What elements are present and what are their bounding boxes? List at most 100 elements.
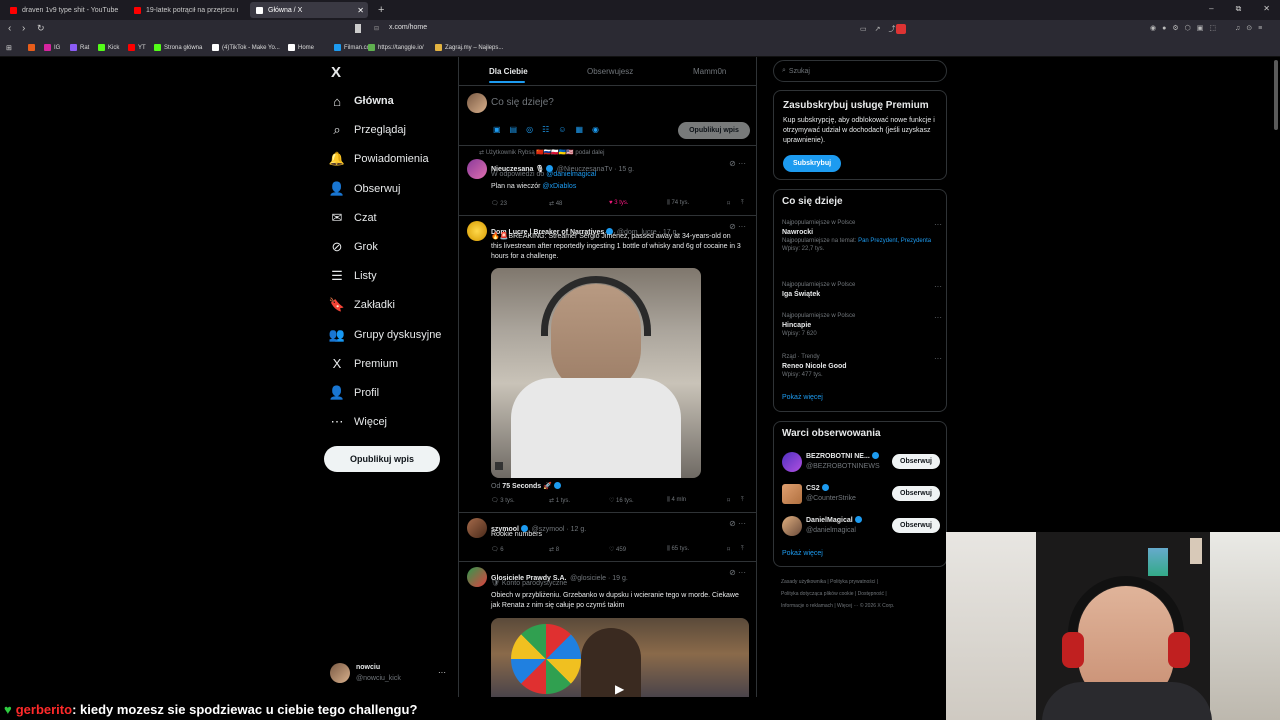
nav-item-more[interactable]: ⋯ Więcej [330, 411, 388, 433]
compose-input[interactable]: Co się dzieje? [491, 97, 554, 108]
reply-button[interactable]: 🗨 23 [491, 200, 507, 207]
tab-mamm0n[interactable]: Mamm0n [693, 67, 726, 76]
tweet-more-icon[interactable]: ⊘ ··· [729, 159, 746, 168]
tweet-avatar[interactable] [467, 518, 487, 538]
nav-item-grok[interactable]: ⊘ Grok [330, 236, 378, 258]
trend-more-icon[interactable]: ··· [934, 354, 942, 363]
tweet-handle[interactable]: @glosiciele · 19 g. [570, 575, 628, 582]
minimize-button[interactable]: – [1209, 4, 1213, 14]
reply-button[interactable]: 🗨 3 tys. [491, 497, 515, 504]
views-button[interactable]: ⫼ 4 mln [667, 497, 686, 504]
nav-item-bookmark[interactable]: 🔖 Zakładki [329, 294, 395, 316]
tweet-video[interactable] [491, 268, 701, 478]
footer-link[interactable]: Dostępność [858, 591, 884, 597]
bookmark-icon[interactable]: ⌑ [727, 546, 730, 553]
menu-icon[interactable]: ♫⊙≡ [1235, 24, 1268, 32]
maximize-button[interactable]: ⧉ [1236, 4, 1242, 14]
url-field[interactable]: x.com/home [389, 24, 427, 31]
repost-button[interactable]: ⇄ 48 [549, 200, 562, 207]
close-tab-icon[interactable]: ✕ [357, 6, 364, 15]
tweet-more-icon[interactable]: ⊘ ··· [729, 519, 746, 528]
bookmark-page-icon[interactable] [355, 24, 361, 33]
apps-grid-icon[interactable]: ⊞ [6, 44, 12, 52]
avatar[interactable] [782, 516, 802, 536]
extensions-toolbar-icon[interactable]: ◉●⚙⬡▣⬚ [1150, 24, 1222, 32]
play-icon[interactable]: ▶ [615, 682, 624, 696]
nav-item-list[interactable]: ☰ Listy [330, 265, 376, 287]
browser-tab-youtube-2[interactable]: 19-latek potrącił na przejściu dla piesz… [128, 2, 244, 18]
bookmark-item[interactable] [28, 44, 38, 51]
avatar[interactable] [782, 484, 802, 504]
x-logo-icon[interactable]: X [331, 64, 341, 81]
follow-button[interactable]: Obserwuj [892, 486, 940, 501]
bookmark-item[interactable]: Strona główna [154, 44, 202, 51]
share-icon[interactable]: ⤒ [741, 497, 744, 504]
compose-post-button[interactable]: Opublikuj wpis [678, 122, 750, 139]
trend-item[interactable]: Rząd · Trendy Reneo Nicole Good Wpisy: 477… [782, 354, 942, 378]
footer-link[interactable]: Więcej ··· [837, 603, 858, 609]
nav-item-search[interactable]: ⌕ Przeglądaj [330, 119, 406, 141]
nav-item-premium[interactable]: X Premium [330, 353, 398, 375]
back-icon[interactable]: ‹ [8, 23, 11, 34]
compose-toolbar-icons[interactable]: ▣▤◎☷☺▦◉ [493, 125, 608, 134]
follow-show-more[interactable]: Pokaż więcej [782, 550, 823, 557]
tweet-avatar[interactable] [467, 567, 487, 587]
search-input[interactable]: ⌕ Szukaj [773, 60, 947, 82]
browser-tab-youtube-1[interactable]: draven 1v9 type shit - YouTube [4, 2, 124, 18]
follow-name[interactable]: BEZROBOTNI NE... [806, 452, 879, 460]
bookmark-icon[interactable]: ⌑ [727, 200, 730, 207]
nav-item-bell[interactable]: 🔔 Powiadomienia [329, 148, 429, 170]
browser-tab-x-home[interactable]: Główna / X ✕ [250, 2, 368, 18]
reload-icon[interactable]: ↻ [37, 23, 45, 34]
bookmark-item[interactable]: https://tanggle.io/ [368, 44, 424, 51]
repost-button[interactable]: ⇄ 8 [549, 546, 559, 553]
footer-link[interactable]: Polityka dotycząca plików cookie [781, 591, 854, 597]
post-button[interactable]: Opublikuj wpis [324, 446, 440, 472]
nav-item-mail[interactable]: ✉ Czat [330, 207, 377, 229]
site-info-icon[interactable]: ⊟ [374, 25, 379, 32]
trend-item[interactable]: Najpopularniejsze w Polsce Hincapie Wpisy:… [782, 313, 942, 337]
bookmark-item[interactable]: YT [128, 44, 146, 51]
like-button[interactable]: ♡ 16 tys. [609, 497, 634, 504]
tweet-video[interactable]: ▶ [491, 618, 749, 697]
account-menu-icon[interactable]: ··· [438, 668, 446, 677]
subscribe-button[interactable]: Subskrybuj [783, 155, 841, 172]
trend-item[interactable]: Najpopularniejsze w Polsce Iga Świątek ··· [782, 282, 942, 298]
repost-button[interactable]: ⇄ 1 tys. [549, 497, 570, 504]
video-volume-icon[interactable] [495, 462, 503, 470]
tab-for-you[interactable]: Dla Ciebie [489, 67, 528, 76]
tweet-more-icon[interactable]: ⊘ ··· [729, 222, 746, 231]
reply-handle-link[interactable]: @danielmagical [546, 171, 596, 178]
share-icon[interactable]: ⤒ [741, 546, 744, 553]
bookmark-item[interactable]: IG [44, 44, 60, 51]
nav-item-follow[interactable]: 👤 Obserwuj [329, 178, 401, 200]
bookmark-item[interactable]: Home [288, 44, 314, 51]
follow-button[interactable]: Obserwuj [892, 518, 940, 533]
footer-link[interactable]: Informacje o reklamach [781, 603, 833, 609]
trend-item[interactable]: Najpopularniejsze w Polsce Nawrocki Najpop… [782, 220, 942, 252]
follow-button[interactable]: Obserwuj [892, 454, 940, 469]
scrollbar[interactable] [1274, 60, 1278, 130]
like-button[interactable]: ♡ 459 [609, 546, 626, 553]
follow-name[interactable]: DanielMagical [806, 516, 862, 524]
tweet-avatar[interactable] [467, 159, 487, 179]
trend-more-icon[interactable]: ··· [934, 313, 942, 322]
nav-item-home[interactable]: ⌂ Główna [330, 90, 394, 112]
views-button[interactable]: ⫼ 74 tys. [667, 200, 689, 207]
bookmark-icon[interactable]: ⌑ [727, 497, 730, 504]
trend-more-icon[interactable]: ··· [934, 282, 942, 291]
mention-link[interactable]: @xDiablos [542, 183, 576, 190]
share-icon[interactable]: ⤒ [741, 200, 744, 207]
footer-link[interactable]: Zasady użytkownika [781, 579, 826, 585]
account-avatar[interactable] [330, 663, 350, 683]
tweet-more-icon[interactable]: ⊘ ··· [729, 568, 746, 577]
tab-following[interactable]: Obserwujesz [587, 67, 633, 76]
bookmark-item[interactable]: (4)TikTok - Make Yo... [212, 44, 280, 51]
bookmark-item[interactable]: Rat [70, 44, 89, 51]
close-window-button[interactable]: ✕ [1263, 4, 1270, 14]
bookmark-item[interactable]: Kick [98, 44, 119, 51]
forward-icon[interactable]: › [22, 23, 25, 34]
follow-name[interactable]: CS2 [806, 484, 829, 492]
footer-link[interactable]: Polityka prywatności [830, 579, 875, 585]
bookmark-item[interactable]: Zagraj.my – Najleps... [435, 44, 503, 51]
